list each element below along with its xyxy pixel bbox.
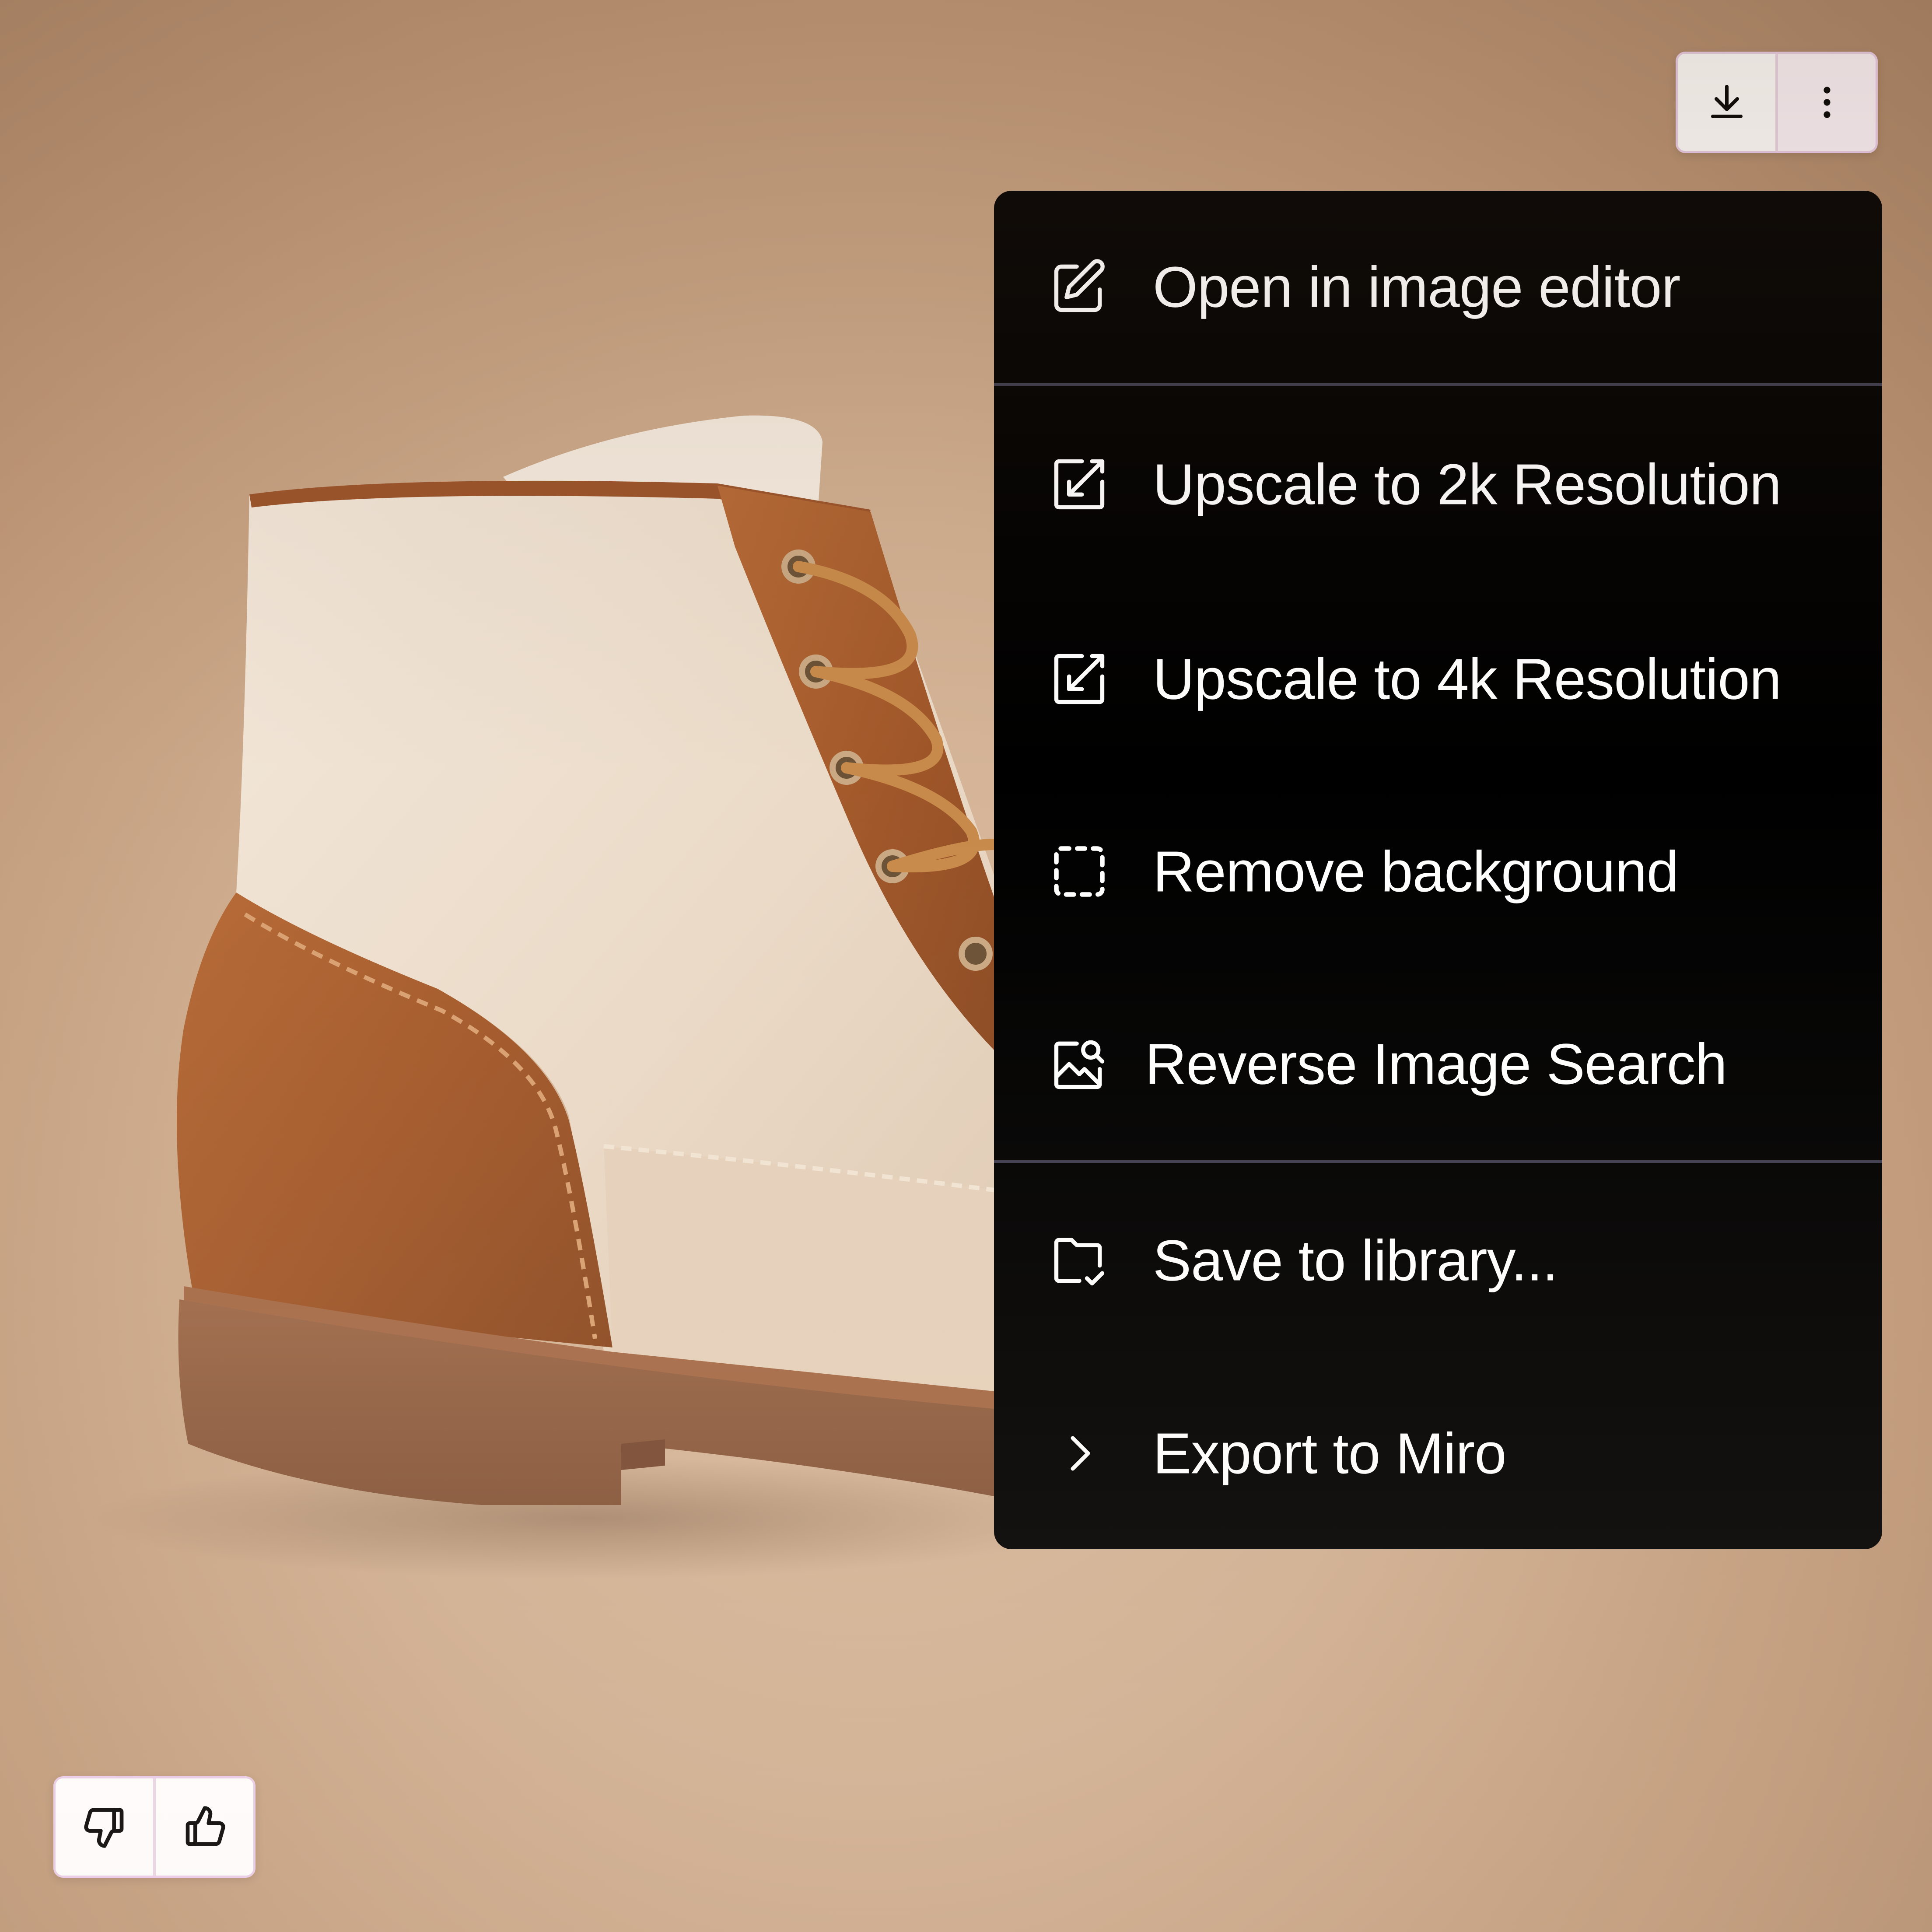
menu-item-remove-background[interactable]: Remove background	[994, 775, 1882, 968]
upscale-icon	[1046, 452, 1112, 517]
generated-image-canvas: Open in image editor Upscale to 2k Resol…	[0, 0, 1932, 1932]
menu-item-reverse-image-search[interactable]: Reverse Image Search	[994, 968, 1882, 1160]
menu-item-label: Upscale to 4k Resolution	[1153, 647, 1782, 711]
folder-check-icon	[1046, 1228, 1112, 1293]
image-actions-group	[1676, 52, 1878, 153]
dashed-selection-icon	[1046, 839, 1112, 904]
image-search-icon	[1046, 1031, 1112, 1097]
menu-item-label: Reverse Image Search	[1145, 1032, 1727, 1096]
feedback-group	[53, 1776, 256, 1878]
thumbs-down-icon	[84, 1808, 123, 1848]
menu-item-label: Open in image editor	[1153, 255, 1680, 319]
more-options-button[interactable]	[1775, 54, 1876, 151]
menu-item-label: Export to Miro	[1153, 1421, 1507, 1486]
menu-item-label: Upscale to 2k Resolution	[1153, 452, 1782, 517]
image-options-menu: Open in image editor Upscale to 2k Resol…	[994, 191, 1882, 1549]
menu-item-save-to-library[interactable]: Save to library...	[994, 1163, 1882, 1358]
thumbs-up-icon	[186, 1806, 225, 1846]
download-icon	[1711, 85, 1743, 118]
menu-item-upscale-4k[interactable]: Upscale to 4k Resolution	[994, 583, 1882, 775]
upscale-icon	[1046, 646, 1112, 712]
like-button[interactable]	[153, 1778, 253, 1876]
menu-item-open-in-image-editor[interactable]: Open in image editor	[994, 191, 1882, 383]
menu-item-label: Save to library...	[1153, 1228, 1558, 1292]
more-vertical-icon	[1823, 87, 1830, 118]
menu-item-export-to-miro[interactable]: Export to Miro	[994, 1358, 1882, 1549]
chevron-right-icon	[1046, 1421, 1112, 1486]
download-button[interactable]	[1678, 54, 1775, 151]
menu-item-label: Remove background	[1153, 839, 1679, 904]
dislike-button[interactable]	[56, 1778, 153, 1876]
menu-item-upscale-2k[interactable]: Upscale to 2k Resolution	[994, 386, 1882, 583]
edit-pencil-icon	[1046, 254, 1112, 320]
